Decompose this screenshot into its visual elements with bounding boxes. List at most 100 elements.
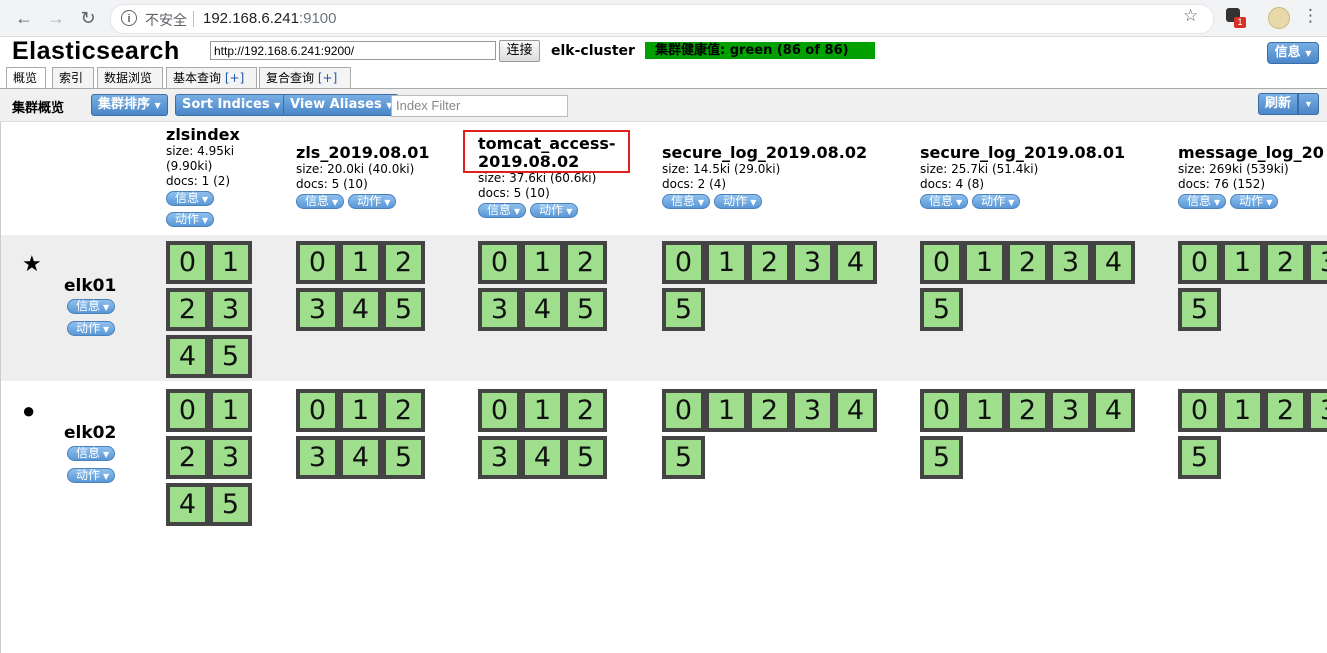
- index-action-button[interactable]: 动作 ▼: [1230, 194, 1279, 209]
- shard-3[interactable]: 3: [791, 241, 834, 284]
- address-bar[interactable]: i 不安全 192.168.6.241:9100: [110, 4, 1214, 34]
- shard-4[interactable]: 4: [834, 389, 877, 432]
- shard-5[interactable]: 5: [209, 483, 252, 526]
- shard-2[interactable]: 2: [1264, 389, 1307, 432]
- shard-5[interactable]: 5: [662, 288, 705, 331]
- shard-4[interactable]: 4: [166, 483, 209, 526]
- shard-1[interactable]: 1: [1221, 389, 1264, 432]
- shard-1[interactable]: 1: [209, 241, 252, 284]
- refresh-dropdown[interactable]: ▼: [1298, 93, 1319, 115]
- cluster-sort-button[interactable]: 集群排序 ▼: [91, 94, 168, 116]
- back-arrow-icon[interactable]: ←: [12, 6, 36, 30]
- index-action-button[interactable]: 动作 ▼: [166, 212, 215, 227]
- shard-5[interactable]: 5: [920, 436, 963, 479]
- shard-3[interactable]: 3: [478, 436, 521, 479]
- shard-2[interactable]: 2: [382, 389, 425, 432]
- shard-3[interactable]: 3: [1307, 389, 1327, 432]
- shard-2[interactable]: 2: [748, 241, 791, 284]
- shard-5[interactable]: 5: [564, 436, 607, 479]
- shard-5[interactable]: 5: [662, 436, 705, 479]
- shard-3[interactable]: 3: [296, 436, 339, 479]
- shard-4[interactable]: 4: [834, 241, 877, 284]
- shard-2[interactable]: 2: [1006, 389, 1049, 432]
- shard-4[interactable]: 4: [339, 436, 382, 479]
- shard-5[interactable]: 5: [382, 288, 425, 331]
- shard-4[interactable]: 4: [166, 335, 209, 378]
- index-action-button[interactable]: 动作 ▼: [972, 194, 1021, 209]
- kebab-menu-icon[interactable]: ⋮: [1302, 6, 1319, 26]
- shard-0[interactable]: 0: [166, 241, 209, 284]
- shard-3[interactable]: 3: [1307, 241, 1327, 284]
- shard-2[interactable]: 2: [1006, 241, 1049, 284]
- tab-compound-query[interactable]: 复合查询 [+]: [259, 67, 351, 88]
- shard-0[interactable]: 0: [920, 389, 963, 432]
- shard-2[interactable]: 2: [166, 436, 209, 479]
- shard-2[interactable]: 2: [748, 389, 791, 432]
- shard-0[interactable]: 0: [478, 241, 521, 284]
- shard-5[interactable]: 5: [920, 288, 963, 331]
- index-info-button[interactable]: 信息 ▼: [296, 194, 345, 209]
- shard-1[interactable]: 1: [705, 389, 748, 432]
- shard-4[interactable]: 4: [521, 288, 564, 331]
- shard-0[interactable]: 0: [296, 241, 339, 284]
- shard-4[interactable]: 4: [1092, 389, 1135, 432]
- shard-1[interactable]: 1: [521, 241, 564, 284]
- info-circle-icon[interactable]: i: [121, 10, 137, 26]
- tab-browser[interactable]: 数据浏览: [97, 67, 163, 88]
- index-info-button[interactable]: 信息 ▼: [166, 191, 215, 206]
- profile-avatar[interactable]: [1268, 7, 1290, 29]
- shard-3[interactable]: 3: [209, 288, 252, 331]
- node-action-button[interactable]: 动作 ▼: [67, 321, 116, 336]
- shard-3[interactable]: 3: [1049, 241, 1092, 284]
- shard-5[interactable]: 5: [1178, 288, 1221, 331]
- tab-overview[interactable]: 概览: [6, 67, 46, 89]
- node-action-button[interactable]: 动作 ▼: [67, 468, 116, 483]
- index-action-button[interactable]: 动作 ▼: [348, 194, 397, 209]
- shard-0[interactable]: 0: [662, 241, 705, 284]
- shard-5[interactable]: 5: [209, 335, 252, 378]
- shard-2[interactable]: 2: [166, 288, 209, 331]
- shard-0[interactable]: 0: [296, 389, 339, 432]
- node-info-button[interactable]: 信息 ▼: [67, 446, 116, 461]
- tab-indices[interactable]: 索引: [52, 67, 94, 88]
- connect-button[interactable]: 连接: [499, 40, 540, 62]
- shard-1[interactable]: 1: [521, 389, 564, 432]
- shard-5[interactable]: 5: [1178, 436, 1221, 479]
- shard-1[interactable]: 1: [963, 241, 1006, 284]
- node-info-button[interactable]: 信息 ▼: [67, 299, 116, 314]
- shard-0[interactable]: 0: [478, 389, 521, 432]
- shard-0[interactable]: 0: [1178, 389, 1221, 432]
- shard-0[interactable]: 0: [166, 389, 209, 432]
- shard-2[interactable]: 2: [382, 241, 425, 284]
- reload-icon[interactable]: ↻: [76, 6, 100, 30]
- shard-2[interactable]: 2: [564, 389, 607, 432]
- sort-indices-button[interactable]: Sort Indices ▼: [175, 94, 288, 116]
- index-info-button[interactable]: 信息 ▼: [478, 203, 527, 218]
- shard-1[interactable]: 1: [1221, 241, 1264, 284]
- shard-4[interactable]: 4: [1092, 241, 1135, 284]
- view-aliases-button[interactable]: View Aliases ▼: [283, 94, 400, 116]
- index-filter-input[interactable]: Index Filter: [391, 95, 568, 117]
- shard-4[interactable]: 4: [339, 288, 382, 331]
- index-action-button[interactable]: 动作 ▼: [714, 194, 763, 209]
- shard-3[interactable]: 3: [791, 389, 834, 432]
- shard-4[interactable]: 4: [521, 436, 564, 479]
- shard-1[interactable]: 1: [963, 389, 1006, 432]
- index-info-button[interactable]: 信息 ▼: [662, 194, 711, 209]
- tab-basic-query[interactable]: 基本查询 [+]: [166, 67, 257, 88]
- index-info-button[interactable]: 信息 ▼: [920, 194, 969, 209]
- shard-0[interactable]: 0: [920, 241, 963, 284]
- refresh-button[interactable]: 刷新: [1258, 93, 1298, 115]
- shard-3[interactable]: 3: [209, 436, 252, 479]
- shard-3[interactable]: 3: [478, 288, 521, 331]
- address-url[interactable]: 192.168.6.241:9100: [203, 10, 336, 27]
- shard-3[interactable]: 3: [1049, 389, 1092, 432]
- connect-url-input[interactable]: http://192.168.6.241:9200/: [210, 41, 496, 60]
- forward-arrow-icon[interactable]: →: [44, 6, 68, 30]
- shard-1[interactable]: 1: [339, 241, 382, 284]
- shard-3[interactable]: 3: [296, 288, 339, 331]
- shard-2[interactable]: 2: [1264, 241, 1307, 284]
- index-action-button[interactable]: 动作 ▼: [530, 203, 579, 218]
- shard-1[interactable]: 1: [705, 241, 748, 284]
- index-info-button[interactable]: 信息 ▼: [1178, 194, 1227, 209]
